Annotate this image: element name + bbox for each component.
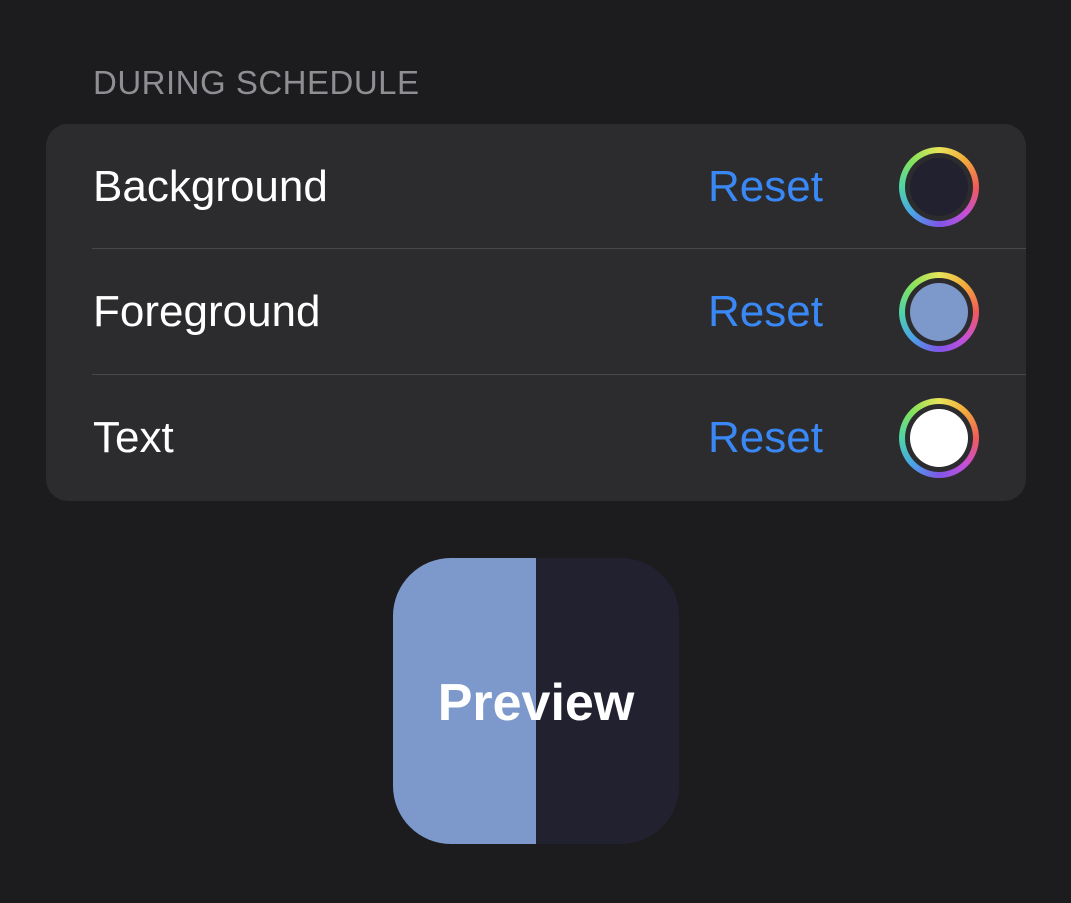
reset-background-button[interactable]: Reset	[708, 124, 823, 249]
text-label: Text	[93, 413, 174, 462]
foreground-label: Foreground	[93, 287, 321, 336]
preview-tile: Preview	[393, 558, 679, 844]
row-text: Text Reset	[46, 375, 1026, 500]
reset-text-button[interactable]: Reset	[708, 375, 823, 500]
background-color-well[interactable]	[899, 147, 979, 227]
color-settings-group: Background Reset Foreground Reset Text R…	[46, 124, 1026, 501]
foreground-color-well[interactable]	[899, 272, 979, 352]
preview-label: Preview	[437, 674, 635, 732]
background-label: Background	[93, 162, 328, 211]
reset-foreground-button[interactable]: Reset	[708, 249, 823, 374]
row-foreground: Foreground Reset	[46, 249, 1026, 374]
background-color-swatch	[910, 158, 968, 216]
text-color-swatch	[910, 409, 968, 467]
row-background: Background Reset	[46, 124, 1026, 249]
foreground-color-swatch	[910, 283, 968, 341]
text-color-well[interactable]	[899, 398, 979, 478]
section-header: DURING SCHEDULE	[93, 64, 420, 101]
